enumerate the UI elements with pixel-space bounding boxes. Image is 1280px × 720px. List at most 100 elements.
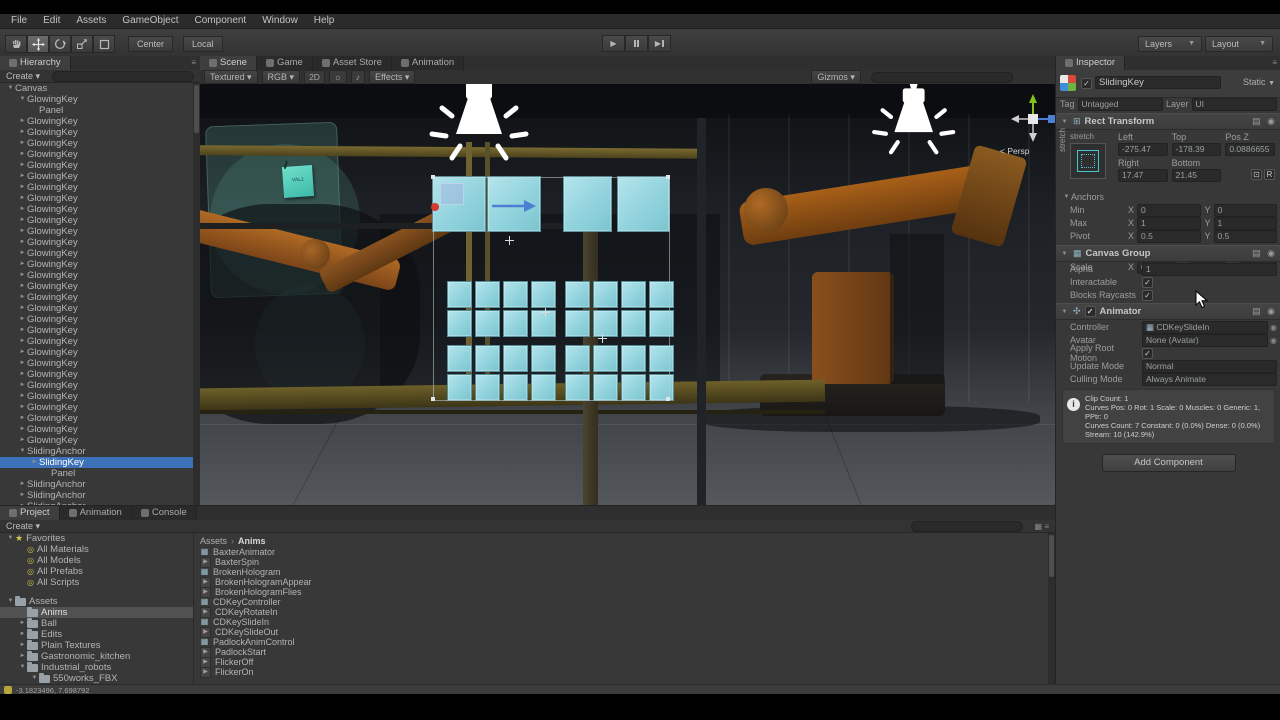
root-motion-checkbox[interactable]: ✓ [1142, 348, 1153, 359]
selection-handle[interactable] [666, 175, 670, 179]
scale-tool-button[interactable] [71, 35, 93, 53]
foldout-icon[interactable]: ► [18, 171, 27, 182]
interactable-checkbox[interactable]: ✓ [1142, 277, 1153, 288]
hierarchy-item-canvas[interactable]: ▼Canvas [0, 83, 193, 94]
step-button[interactable]: ▶ [648, 35, 671, 52]
asset-item-flickeroff[interactable]: ▶FlickerOff [200, 657, 1047, 667]
folder-item-ball[interactable]: ►Ball [0, 618, 193, 629]
hierarchy-item-glowingkey[interactable]: ►GlowingKey [0, 193, 193, 204]
add-component-button[interactable]: Add Component [1102, 454, 1236, 472]
scene-toolbar-effects[interactable]: Effects ▾ [369, 70, 415, 84]
foldout-icon[interactable]: ▼ [1060, 251, 1069, 257]
layer-dropdown[interactable]: UI [1192, 98, 1277, 111]
foldout-icon[interactable]: ► [18, 270, 27, 281]
hierarchy-item-glowingkey[interactable]: ►GlowingKey [0, 314, 193, 325]
menu-file[interactable]: File [4, 14, 34, 28]
posz-field[interactable]: 0.0886655 [1225, 143, 1275, 156]
hierarchy-item-glowingkey[interactable]: ►GlowingKey [0, 248, 193, 259]
pivot-toggle-button[interactable]: Center [128, 36, 173, 52]
scene-toolbar-rgb[interactable]: RGB ▾ [262, 70, 301, 84]
foldout-icon[interactable]: ► [18, 651, 27, 662]
foldout-icon[interactable]: ► [18, 402, 27, 413]
foldout-icon[interactable]: ► [18, 226, 27, 237]
folder-item-assets[interactable]: ▼Assets [0, 596, 193, 607]
foldout-icon[interactable]: ► [18, 248, 27, 259]
asset-item-brokenhologramappear[interactable]: ▶BrokenHologramAppear [200, 577, 1047, 587]
menu-assets[interactable]: Assets [69, 14, 113, 28]
foldout-icon[interactable]: ► [18, 369, 27, 380]
hierarchy-item-glowingkey[interactable]: ►GlowingKey [0, 325, 193, 336]
play-button[interactable]: ▶ [602, 35, 625, 52]
foldout-icon[interactable]: ▼ [18, 94, 27, 105]
tag-dropdown[interactable]: Untagged [1078, 98, 1163, 111]
foldout-icon[interactable]: ► [18, 303, 27, 314]
asset-item-flickeron[interactable]: ▶FlickerOn [200, 667, 1047, 677]
folder-item-all-materials[interactable]: ◎All Materials [0, 544, 193, 555]
active-checkbox[interactable]: ✓ [1081, 78, 1092, 89]
foldout-icon[interactable]: ▼ [1060, 309, 1069, 315]
foldout-icon[interactable]: ▼ [6, 596, 15, 607]
hierarchy-item-slidinganchor[interactable]: ►SlidingAnchor [0, 490, 193, 501]
foldout-icon[interactable]: ► [18, 149, 27, 160]
tab-animation[interactable]: Animation [392, 56, 464, 70]
asset-item-padlockanimcontrol[interactable]: ▦PadlockAnimControl [200, 637, 1047, 647]
folder-item-all-models[interactable]: ◎All Models [0, 555, 193, 566]
culling-mode-dropdown[interactable]: Always Animate [1142, 373, 1277, 386]
hierarchy-item-glowingkey[interactable]: ►GlowingKey [0, 138, 193, 149]
project-create-button[interactable]: Create ▾ [0, 521, 46, 532]
inspector-menu-icon[interactable]: ≡ [1272, 56, 1280, 70]
selection-handle[interactable] [666, 397, 670, 401]
foldout-icon[interactable]: ► [18, 138, 27, 149]
project-search-input[interactable] [911, 521, 1023, 532]
foldout-icon[interactable]: ► [18, 292, 27, 303]
hierarchy-item-glowingkey[interactable]: ►GlowingKey [0, 127, 193, 138]
controller-field[interactable]: ▦ CDKeySlideIn [1142, 321, 1268, 334]
free-move-handle[interactable] [440, 183, 464, 205]
foldout-icon[interactable]: ▼ [6, 533, 15, 544]
foldout-icon[interactable]: ► [18, 314, 27, 325]
tab-hierarchy[interactable]: Hierarchy [0, 56, 71, 70]
hierarchy-item-panel[interactable]: Panel [0, 468, 193, 479]
scene-toolbar--[interactable]: ☼ [329, 70, 347, 84]
asset-item-brokenhologramflies[interactable]: ▶BrokenHologramFlies [200, 587, 1047, 597]
foldout-icon[interactable]: ► [18, 629, 27, 640]
spotlight-gizmo[interactable] [862, 84, 962, 164]
persp-label[interactable]: < Persp [1000, 146, 1030, 156]
hierarchy-item-glowingkey[interactable]: ►GlowingKey [0, 116, 193, 127]
foldout-icon[interactable]: ► [18, 347, 27, 358]
bottom-field[interactable]: 21.45 [1172, 169, 1222, 182]
hierarchy-item-panel[interactable]: Panel [0, 105, 193, 116]
static-toggle[interactable]: Static ▼ [1243, 77, 1275, 87]
hierarchy-item-glowingkey[interactable]: ▼GlowingKey [0, 94, 193, 105]
project-scrollbar[interactable] [1048, 533, 1055, 685]
foldout-icon[interactable]: ► [18, 618, 27, 629]
folder-item-edits[interactable]: ►Edits [0, 629, 193, 640]
right-field[interactable]: 17.47 [1118, 169, 1168, 182]
menu-window[interactable]: Window [255, 14, 305, 28]
hierarchy-item-slidingkey[interactable]: ►SlidingKey [0, 457, 193, 468]
avatar-field[interactable]: None (Avatar) [1142, 334, 1268, 347]
animator-enabled-checkbox[interactable]: ✓ [1085, 306, 1096, 317]
tab-inspector[interactable]: Inspector [1056, 56, 1125, 70]
asset-item-baxteranimator[interactable]: ▦BaxterAnimator [200, 547, 1047, 557]
menu-help[interactable]: Help [307, 14, 342, 28]
move-tool-button[interactable] [27, 35, 49, 53]
hierarchy-item-glowingkey[interactable]: ►GlowingKey [0, 259, 193, 270]
object-name-field[interactable]: SlidingKey [1095, 76, 1221, 89]
blueprint-toggle[interactable]: ⊡ [1251, 169, 1262, 180]
object-picker-icon[interactable]: ◉ [1270, 323, 1277, 332]
foldout-icon[interactable]: ► [18, 204, 27, 215]
hierarchy-create-button[interactable]: Create ▾ [0, 71, 46, 82]
foldout-icon[interactable]: ► [18, 391, 27, 402]
pause-button[interactable] [625, 35, 648, 52]
selection-handle[interactable] [431, 175, 435, 179]
folder-item-all-scripts[interactable]: ◎All Scripts [0, 577, 193, 588]
asset-item-padlockstart[interactable]: ▶PadlockStart [200, 647, 1047, 657]
foldout-icon[interactable]: ► [18, 127, 27, 138]
hierarchy-item-glowingkey[interactable]: ►GlowingKey [0, 226, 193, 237]
object-picker-icon[interactable]: ◉ [1270, 336, 1277, 345]
left-field[interactable]: -275.47 [1118, 143, 1168, 156]
foldout-icon[interactable]: ► [30, 457, 39, 468]
layout-dropdown[interactable]: Layout▼ [1205, 36, 1273, 52]
rect-transform-header[interactable]: ▼ ⊞ Rect Transform ▤ ◉ [1056, 113, 1280, 130]
